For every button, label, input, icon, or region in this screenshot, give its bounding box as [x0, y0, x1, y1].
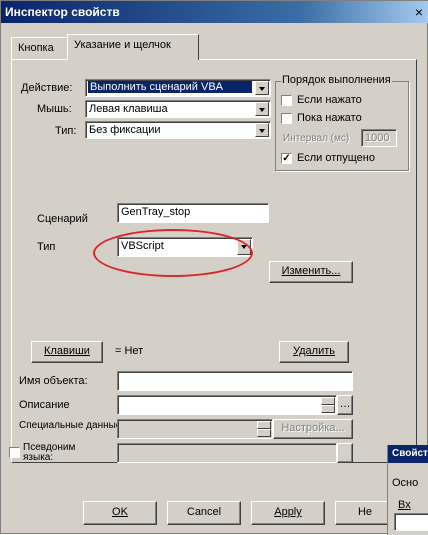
- setup-button-label: Настройка...: [281, 422, 345, 434]
- cancel-button-label: Cancel: [186, 506, 222, 518]
- description-input[interactable]: [117, 395, 337, 415]
- tab-button[interactable]: Кнопка: [11, 37, 69, 59]
- action-value: Выполнить сценарий VBA: [88, 81, 252, 93]
- pseudonym-browse-button[interactable]: [337, 443, 353, 463]
- background-window-input[interactable]: [394, 513, 428, 531]
- chevron-down-icon[interactable]: [255, 102, 269, 116]
- annotation-oval: [93, 229, 253, 277]
- close-icon[interactable]: ×: [415, 4, 423, 20]
- apply-button[interactable]: Apply: [251, 501, 325, 525]
- script-type-label: Тип: [37, 241, 56, 253]
- action-label: Действие:: [21, 82, 73, 94]
- background-window-title: Свойст: [388, 445, 428, 463]
- chevron-down-icon[interactable]: [255, 123, 269, 137]
- execution-order-title: Порядок выполнения: [281, 74, 392, 86]
- delete-button[interactable]: Удалить: [279, 341, 349, 363]
- while-pressed-checkbox[interactable]: [281, 113, 292, 124]
- special-data-input[interactable]: [117, 419, 273, 439]
- interval-label: Интервал (мс): [283, 133, 350, 144]
- property-inspector-window: Инспектор свойств × Кнопка Указание и ще…: [0, 0, 428, 535]
- pseudonym-label: Псевдоним языка:: [23, 442, 76, 463]
- background-properties-window[interactable]: Свойст Осно Вх: [387, 445, 428, 535]
- help-button[interactable]: He: [335, 501, 395, 525]
- help-button-label: He: [357, 506, 373, 518]
- ellipsis-icon: …: [339, 398, 351, 410]
- scenario-input[interactable]: GenTray_stop: [117, 203, 269, 223]
- tab-point-and-click[interactable]: Указание и щелчок: [67, 34, 199, 60]
- object-name-input[interactable]: [117, 371, 353, 391]
- pseudonym-input[interactable]: [117, 443, 337, 463]
- object-name-label: Имя объекта:: [19, 375, 88, 387]
- spin-arrows-icon[interactable]: [257, 421, 271, 437]
- mouse-label: Мышь:: [37, 103, 72, 115]
- if-pressed-label: Если нажато: [297, 94, 362, 106]
- special-data-label: Специальные данные:: [19, 420, 125, 431]
- ok-button-label: OK: [112, 506, 128, 518]
- scenario-label: Сценарий: [37, 213, 88, 225]
- chevron-down-icon[interactable]: [255, 81, 269, 95]
- while-pressed-label: Пока нажато: [297, 112, 362, 124]
- mouse-value: Левая клавиша: [89, 103, 168, 115]
- description-browse-button[interactable]: …: [337, 395, 353, 415]
- scenario-value: GenTray_stop: [121, 206, 191, 218]
- cancel-button[interactable]: Cancel: [167, 501, 241, 525]
- if-released-checkbox[interactable]: ✓: [281, 153, 292, 164]
- keys-value: = Нет: [115, 345, 144, 357]
- if-released-label: Если отпущено: [297, 152, 375, 164]
- mouse-select[interactable]: Левая клавиша: [85, 100, 271, 118]
- keys-button-label: Клавиши: [44, 345, 90, 357]
- keys-button[interactable]: Клавиши: [31, 341, 103, 363]
- change-button-label: Изменить...: [281, 265, 341, 277]
- pseudonym-checkbox[interactable]: [9, 447, 20, 458]
- apply-button-label: Apply: [274, 506, 302, 518]
- background-window-label-2: Вх: [398, 499, 411, 511]
- description-label: Описание: [19, 399, 70, 411]
- interval-input[interactable]: 1000: [361, 129, 397, 147]
- if-pressed-checkbox[interactable]: [281, 95, 292, 106]
- type-select[interactable]: Без фиксации: [85, 121, 271, 139]
- type-label: Тип:: [55, 125, 77, 137]
- ok-button[interactable]: OK: [83, 501, 157, 525]
- window-title: Инспектор свойств: [5, 5, 120, 19]
- delete-button-label: Удалить: [293, 345, 335, 357]
- action-select[interactable]: Выполнить сценарий VBA: [85, 79, 271, 97]
- spin-arrows-icon[interactable]: [321, 397, 335, 413]
- title-bar: Инспектор свойств ×: [1, 1, 428, 23]
- interval-value: 1000: [365, 132, 390, 144]
- background-window-label-1: Осно: [392, 477, 419, 489]
- setup-button[interactable]: Настройка...: [273, 419, 353, 439]
- type-value: Без фиксации: [89, 124, 161, 136]
- change-button[interactable]: Изменить...: [269, 261, 353, 283]
